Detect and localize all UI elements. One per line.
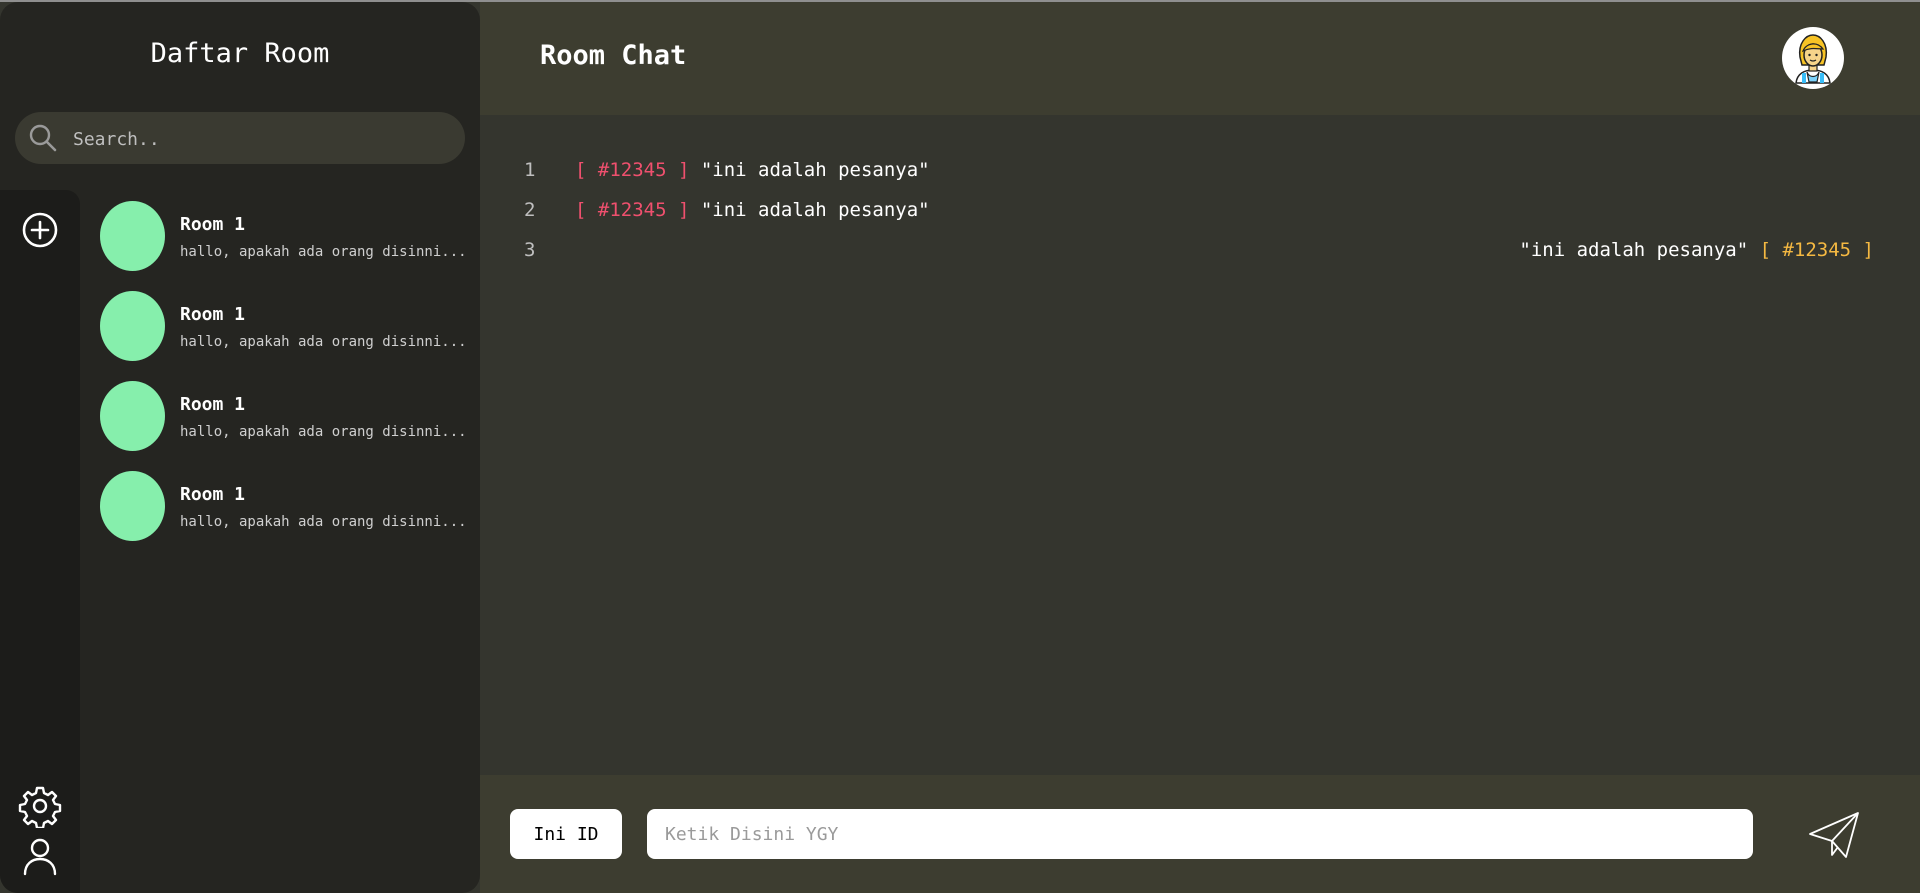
room-name: Room 1 <box>180 394 246 415</box>
message-text: "ini adalah pesanya" <box>1519 239 1749 261</box>
room-preview: hallo, apakah ada orang disinni... <box>180 334 467 350</box>
plus-circle-icon[interactable] <box>18 208 62 252</box>
room-sidebar: Daftar Room Room 1 <box>0 2 480 893</box>
sender-id: [ #12345 ] <box>575 159 690 181</box>
message-content: "ini adalah pesanya" [ #12345 ] <box>1519 235 1874 265</box>
sender-id: [ #12345 ] <box>1759 239 1874 261</box>
room-avatar <box>100 201 165 271</box>
room-item[interactable]: Room 1 hallo, apakah ada orang disinni..… <box>80 192 480 282</box>
search-input[interactable] <box>71 112 455 166</box>
gear-icon[interactable] <box>18 784 62 828</box>
page-title: Room Chat <box>540 40 687 71</box>
room-avatar <box>100 471 165 541</box>
room-name: Room 1 <box>180 304 246 325</box>
room-list: Room 1 hallo, apakah ada orang disinni..… <box>80 192 480 552</box>
message-input[interactable] <box>647 809 1753 859</box>
user-avatar-icon <box>1795 34 1831 84</box>
room-avatar <box>100 381 165 451</box>
line-number: 2 <box>524 199 536 221</box>
id-button[interactable]: Ini ID <box>510 809 622 859</box>
line-number: 3 <box>524 239 536 261</box>
send-icon[interactable] <box>1806 807 1862 863</box>
sidebar-rail <box>0 190 80 893</box>
room-name: Room 1 <box>180 214 246 235</box>
chat-header: Room Chat <box>480 2 1920 115</box>
message-text: "ini adalah pesanya" <box>700 159 930 181</box>
message-text: "ini adalah pesanya" <box>700 199 930 221</box>
line-number: 1 <box>524 159 536 181</box>
search-box <box>15 112 465 166</box>
room-avatar <box>100 291 165 361</box>
room-item[interactable]: Room 1 hallo, apakah ada orang disinni..… <box>80 282 480 372</box>
message-row: 2 [ #12345 ] "ini adalah pesanya" <box>480 195 1920 225</box>
search-icon <box>29 124 57 152</box>
room-item[interactable]: Room 1 hallo, apakah ada orang disinni..… <box>80 462 480 552</box>
sidebar-title: Daftar Room <box>150 38 330 69</box>
room-item[interactable]: Room 1 hallo, apakah ada orang disinni..… <box>80 372 480 462</box>
room-preview: hallo, apakah ada orang disinni... <box>180 424 467 440</box>
room-preview: hallo, apakah ada orang disinni... <box>180 514 467 530</box>
room-preview: hallo, apakah ada orang disinni... <box>180 244 467 260</box>
message-row: 3 "ini adalah pesanya" [ #12345 ] <box>480 235 1920 265</box>
message-content: [ #12345 ] "ini adalah pesanya" <box>575 155 930 185</box>
room-name: Room 1 <box>180 484 246 505</box>
message-list: 1 [ #12345 ] "ini adalah pesanya" 2 [ #1… <box>480 115 1920 775</box>
profile-avatar[interactable] <box>1782 27 1844 89</box>
user-icon[interactable] <box>18 834 62 878</box>
sender-id: [ #12345 ] <box>575 199 690 221</box>
message-content: [ #12345 ] "ini adalah pesanya" <box>575 195 930 225</box>
composer: Ini ID <box>480 775 1920 893</box>
message-row: 1 [ #12345 ] "ini adalah pesanya" <box>480 155 1920 185</box>
